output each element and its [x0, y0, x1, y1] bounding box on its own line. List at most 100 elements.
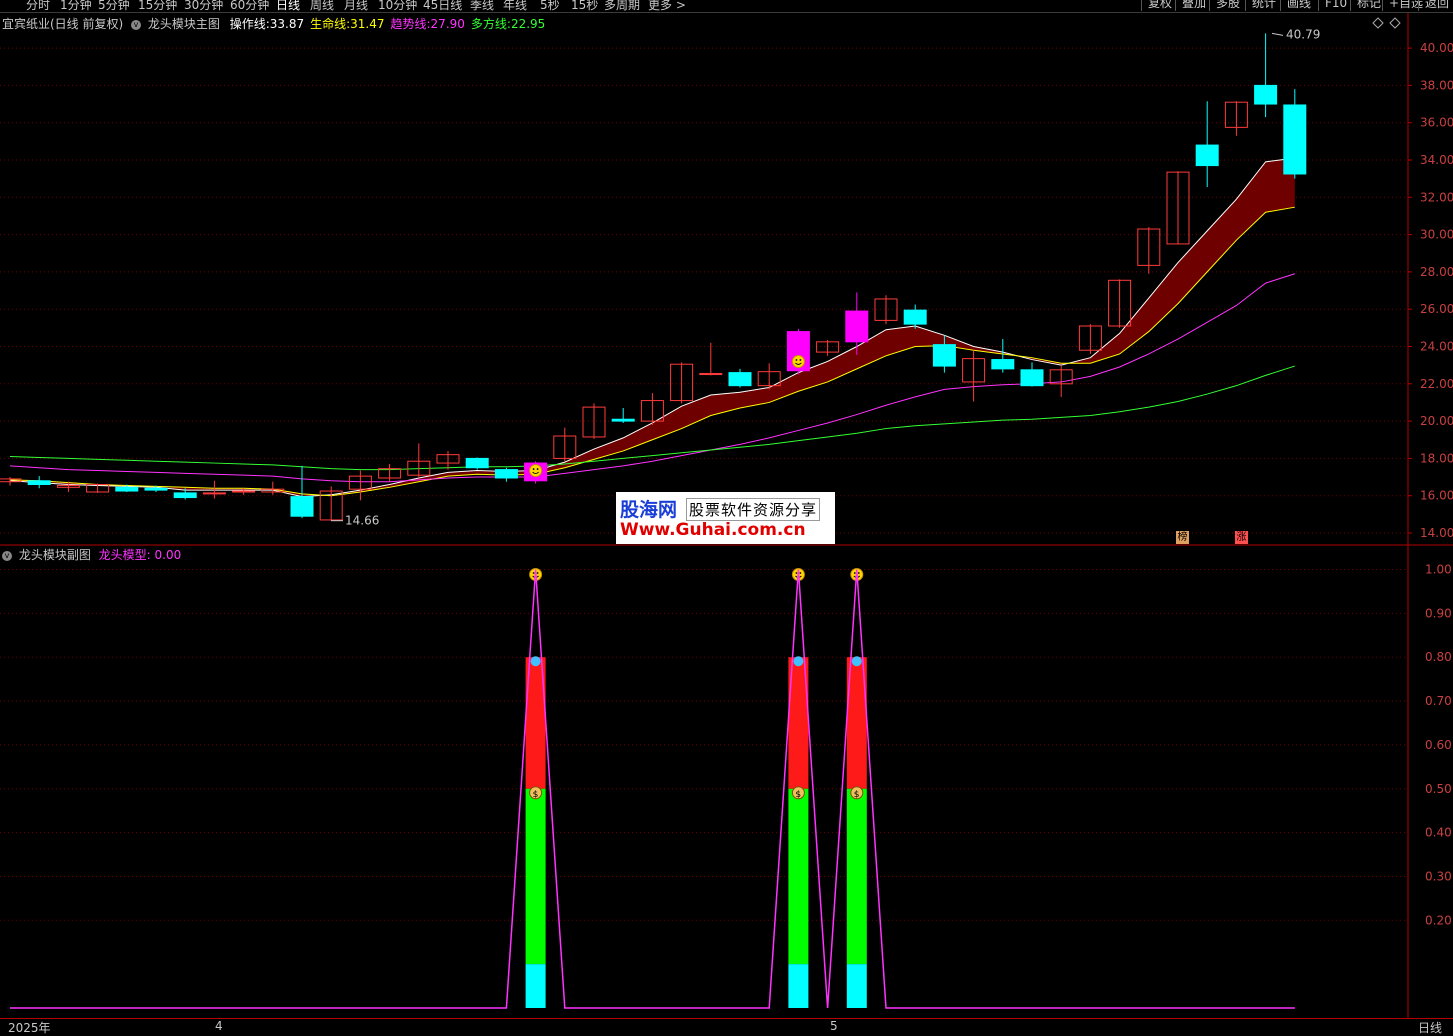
- candle-body: [611, 418, 635, 422]
- tab-16[interactable]: 更多 >: [648, 0, 686, 12]
- sub-tick-label: 0.30: [1425, 869, 1452, 883]
- toolbar-button-4[interactable]: 画线: [1280, 0, 1318, 11]
- tab-5[interactable]: 60分钟: [230, 0, 269, 12]
- toolbar-button-2[interactable]: 多股: [1209, 0, 1245, 11]
- tab-7[interactable]: 周线: [310, 0, 334, 12]
- watermark-brand: 股海网: [620, 499, 678, 521]
- sub-tick-label: 0.50: [1425, 782, 1452, 796]
- price-tick-label: 26.00: [1420, 302, 1453, 316]
- badge-rank[interactable]: 榜: [1176, 531, 1189, 544]
- sub-tick-label: 0.60: [1425, 738, 1452, 752]
- sub-tick-label: 0.90: [1425, 606, 1452, 620]
- period-label[interactable]: 日线: [1418, 1019, 1442, 1036]
- low-price-label: 14.66: [345, 514, 379, 528]
- legend-line-value-1: 31.47: [350, 17, 385, 31]
- signal-bar-green: [846, 788, 867, 965]
- sub-tick-label: 1.00: [1425, 563, 1452, 577]
- band-fill: [10, 158, 1295, 497]
- main-legend: 宜宾纸业(日线 前复权) v 龙头模块主图 操作线:33.87 生命线:31.47…: [2, 15, 545, 32]
- toolbar-button-3[interactable]: 统计: [1245, 0, 1280, 11]
- smiley-icon-sub-eye: [799, 572, 802, 574]
- price-tick-label: 40.00: [1420, 41, 1453, 55]
- tab-3[interactable]: 15分钟: [138, 0, 177, 12]
- period-toolbar: 分时 1分钟 5分钟 15分钟 30分钟 60分钟 日线 周线 月线 10分钟 45日线 季线 年线 5秒…: [0, 0, 1453, 13]
- toolbar-button-6[interactable]: 标记: [1350, 0, 1382, 11]
- sub-tick-label: 0.20: [1425, 913, 1452, 927]
- stock-title[interactable]: 宜宾纸业(日线 前复权): [2, 17, 123, 31]
- candle-body: [144, 487, 168, 491]
- smiley-icon: [791, 354, 805, 368]
- candle-body: [1254, 84, 1278, 105]
- sub-tick-label: 0.40: [1425, 826, 1452, 840]
- price-tick-label: 38.00: [1420, 78, 1453, 92]
- sub-indicator-name[interactable]: 龙头模块副图: [19, 548, 91, 562]
- price-tick-label: 32.00: [1420, 190, 1453, 204]
- candle-body: [173, 492, 197, 499]
- butterfly-icon: [530, 656, 541, 667]
- toolbar-button-8[interactable]: 返回: [1418, 0, 1453, 11]
- legend-line-label-0: 操作线:: [229, 17, 270, 31]
- candle-body: [1283, 104, 1307, 175]
- date-label-year: 2025年: [8, 1021, 51, 1035]
- smiley-icon-sub-eye: [536, 572, 539, 574]
- candle-body: [932, 344, 956, 367]
- butterfly-icon: [851, 656, 862, 667]
- tab-11[interactable]: 季线: [470, 0, 494, 12]
- date-label-may: 5: [830, 1019, 838, 1033]
- series-line-2: [9, 273, 1295, 483]
- price-tick-label: 20.00: [1420, 414, 1453, 428]
- tab-2[interactable]: 5分钟: [98, 0, 130, 12]
- money-bag-glyph: $: [533, 790, 539, 800]
- price-tick-label: 34.00: [1420, 153, 1453, 167]
- toolbar-button-7[interactable]: +自选: [1382, 0, 1423, 11]
- sub-legend: v 龙头模块副图 龙头模型: 0.00: [2, 546, 181, 563]
- legend-line-label-3: 多方线:: [470, 17, 511, 31]
- main-indicator-name[interactable]: 龙头模块主图: [148, 17, 220, 31]
- candle-body: [1195, 144, 1219, 167]
- smiley-icon: [529, 464, 543, 478]
- tab-6[interactable]: 日线: [276, 0, 300, 12]
- tab-1[interactable]: 1分钟: [60, 0, 92, 12]
- smiley-icon-eye: [795, 359, 798, 361]
- tab-12[interactable]: 年线: [503, 0, 527, 12]
- signal-bar-cyan: [525, 964, 546, 1008]
- smiley-icon-sub-eye: [857, 572, 860, 574]
- indicator-menu-icon[interactable]: v: [131, 19, 142, 30]
- tab-10[interactable]: 45日线: [423, 0, 462, 12]
- tab-13[interactable]: 5秒: [540, 0, 560, 12]
- candle-body: [465, 457, 489, 469]
- smiley-icon-eye: [799, 359, 802, 361]
- legend-line-label-2: 趋势线:: [390, 17, 431, 31]
- candle-body: [728, 372, 752, 387]
- tab-15[interactable]: 多周期: [604, 0, 640, 12]
- sub-indicator-menu-icon[interactable]: v: [2, 550, 12, 561]
- watermark-url: Www.Guhai.com.cn: [620, 520, 806, 540]
- price-tick-label: 30.00: [1420, 228, 1453, 242]
- price-tick-label: 36.00: [1420, 116, 1453, 130]
- tab-8[interactable]: 月线: [344, 0, 368, 12]
- candle-body: [845, 310, 869, 343]
- tab-4[interactable]: 30分钟: [184, 0, 223, 12]
- toolbar-button-5[interactable]: F10: [1318, 0, 1350, 11]
- candle-body: [115, 486, 139, 492]
- candle-body: [232, 490, 256, 493]
- tab-0[interactable]: 分时: [26, 0, 50, 12]
- signal-bar-green: [788, 788, 809, 965]
- toolbar-button-0[interactable]: 复权: [1141, 0, 1175, 11]
- candle-body: [290, 496, 314, 517]
- smiley-icon-eye: [532, 468, 535, 470]
- candle-body: [699, 373, 723, 376]
- badge-rise[interactable]: 涨: [1235, 531, 1248, 544]
- high-price-label: 40.79: [1286, 27, 1320, 41]
- diamond-icon: [1372, 17, 1384, 29]
- tab-9[interactable]: 10分钟: [378, 0, 417, 12]
- watermark-slogan: 股票软件资源分享: [686, 498, 821, 521]
- candle-body: [27, 480, 51, 486]
- candle-body: [202, 492, 226, 495]
- price-tick-label: 14.00: [1420, 526, 1453, 540]
- series-line-0: [9, 157, 1295, 498]
- date-label-april: 4: [215, 1019, 223, 1033]
- toolbar-button-1[interactable]: 叠加: [1175, 0, 1209, 11]
- smiley-icon-eye: [536, 468, 539, 470]
- tab-14[interactable]: 15秒: [571, 0, 598, 12]
